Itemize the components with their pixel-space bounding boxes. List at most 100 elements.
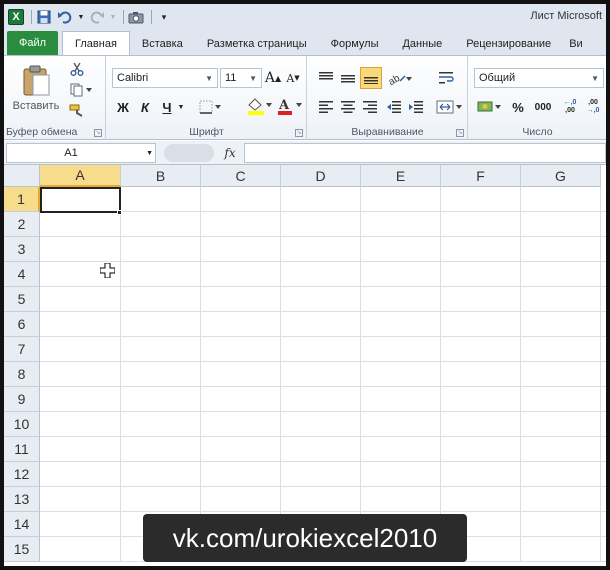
chevron-down-icon[interactable]: ▼ bbox=[146, 150, 153, 157]
tab-file[interactable]: Файл bbox=[7, 31, 59, 55]
clipboard-group: Вставить Буфер обмена ↘ bbox=[4, 56, 106, 140]
gridline-horizontal bbox=[40, 436, 606, 437]
tab-review[interactable]: Рецензирование bbox=[454, 33, 563, 55]
quick-access-toolbar: X ▼ ▼ ▾ bbox=[4, 4, 176, 30]
camera-icon[interactable] bbox=[127, 8, 145, 26]
select-all-button[interactable] bbox=[4, 165, 40, 187]
row-header-5[interactable]: 5 bbox=[4, 287, 40, 312]
wrap-text-icon[interactable] bbox=[436, 68, 458, 88]
row-header-11[interactable]: 11 bbox=[4, 437, 40, 462]
currency-format-icon[interactable] bbox=[475, 97, 503, 117]
alignment-dialog-launcher[interactable]: ↘ bbox=[456, 129, 464, 137]
font-name-combo[interactable]: Calibri ▼ bbox=[112, 68, 218, 88]
merge-center-icon[interactable] bbox=[434, 97, 464, 117]
redo-icon[interactable] bbox=[88, 8, 106, 26]
font-size-combo[interactable]: 11 ▼ bbox=[220, 68, 262, 88]
title-bar: X ▼ ▼ ▾ Лист Microsoft bbox=[4, 4, 606, 30]
paste-button[interactable]: Вставить bbox=[12, 60, 60, 116]
align-left-icon[interactable] bbox=[316, 97, 336, 117]
fill-color-icon[interactable] bbox=[245, 95, 273, 117]
row-header-9[interactable]: 9 bbox=[4, 387, 40, 412]
window-title: Лист Microsoft bbox=[530, 10, 602, 22]
gridline-horizontal bbox=[40, 386, 606, 387]
row-header-12[interactable]: 12 bbox=[4, 462, 40, 487]
shrink-font-icon[interactable]: A ▼ bbox=[284, 68, 302, 88]
underline-button[interactable]: Ч bbox=[157, 97, 177, 117]
excel-logo-icon[interactable]: X bbox=[7, 8, 25, 26]
row-header-15[interactable]: 15 bbox=[4, 537, 40, 562]
chevron-down-icon: ▼ bbox=[591, 73, 599, 83]
formula-bar-splitter[interactable] bbox=[164, 144, 214, 162]
chevron-down-icon: ▼ bbox=[249, 73, 257, 83]
column-header-b[interactable]: B bbox=[121, 165, 201, 187]
row-header-2[interactable]: 2 bbox=[4, 212, 40, 237]
align-top-icon[interactable] bbox=[316, 68, 336, 88]
undo-icon[interactable] bbox=[56, 8, 74, 26]
tab-home[interactable]: Главная bbox=[62, 31, 130, 55]
align-right-icon[interactable] bbox=[360, 97, 380, 117]
font-dialog-launcher[interactable]: ↘ bbox=[295, 129, 303, 137]
increase-decimal-button[interactable]: ←,0,00 bbox=[559, 97, 581, 117]
row-header-7[interactable]: 7 bbox=[4, 337, 40, 362]
tab-insert[interactable]: Вставка bbox=[130, 33, 195, 55]
column-header-e[interactable]: E bbox=[361, 165, 441, 187]
row-header-8[interactable]: 8 bbox=[4, 362, 40, 387]
redo-dropdown-icon[interactable]: ▼ bbox=[109, 8, 117, 26]
tab-view[interactable]: Ви bbox=[563, 33, 582, 55]
font-color-icon[interactable]: A bbox=[275, 95, 303, 117]
clipboard-dialog-launcher[interactable]: ↘ bbox=[94, 129, 102, 137]
decrease-indent-icon[interactable] bbox=[384, 97, 404, 117]
column-header-f[interactable]: F bbox=[441, 165, 521, 187]
column-header-a[interactable]: A bbox=[40, 165, 121, 187]
paste-label: Вставить bbox=[12, 99, 60, 112]
save-icon[interactable] bbox=[35, 8, 53, 26]
row-header-13[interactable]: 13 bbox=[4, 487, 40, 512]
column-header-c[interactable]: C bbox=[201, 165, 281, 187]
svg-text:A: A bbox=[278, 98, 290, 113]
tab-data[interactable]: Данные bbox=[390, 33, 454, 55]
row-header-4[interactable]: 4 bbox=[4, 262, 40, 287]
borders-icon[interactable] bbox=[197, 97, 223, 117]
name-box[interactable]: A1 ▼ bbox=[6, 143, 156, 163]
svg-text:ab: ab bbox=[388, 73, 402, 85]
underline-dropdown-icon[interactable]: ▼ bbox=[177, 97, 185, 117]
fill-handle[interactable] bbox=[117, 210, 122, 215]
row-header-3[interactable]: 3 bbox=[4, 237, 40, 262]
worksheet-grid[interactable]: ABCDEFG 1 2 3 4 5 6 7 8 9 10 11 12 13 14 15 vk.com/uro… bbox=[4, 165, 606, 566]
row-header-10[interactable]: 10 bbox=[4, 412, 40, 437]
undo-dropdown-icon[interactable]: ▼ bbox=[77, 8, 85, 26]
gridline-horizontal bbox=[40, 211, 606, 212]
tab-page-layout[interactable]: Разметка страницы bbox=[195, 33, 319, 55]
row-header-1[interactable]: 1 bbox=[4, 187, 40, 212]
align-bottom-icon[interactable] bbox=[360, 67, 382, 89]
align-center-icon[interactable] bbox=[338, 97, 358, 117]
formula-input[interactable] bbox=[244, 143, 606, 163]
insert-function-button[interactable]: fx bbox=[220, 144, 240, 162]
number-format-combo[interactable]: Общий ▼ bbox=[474, 68, 604, 88]
row-header-14[interactable]: 14 bbox=[4, 512, 40, 537]
copy-icon[interactable] bbox=[66, 81, 96, 99]
gridline-horizontal bbox=[40, 361, 606, 362]
grow-font-icon[interactable]: A ▲ bbox=[264, 68, 282, 88]
cut-icon[interactable] bbox=[66, 60, 88, 78]
customize-qat-icon[interactable]: ▾ bbox=[155, 8, 173, 26]
thousands-separator-button[interactable]: 000 bbox=[531, 97, 555, 117]
orientation-icon[interactable]: ab bbox=[386, 68, 414, 88]
gridline-vertical bbox=[360, 187, 361, 562]
active-cell[interactable] bbox=[40, 187, 121, 213]
gridline-horizontal bbox=[40, 461, 606, 462]
format-painter-icon[interactable] bbox=[66, 102, 88, 120]
alignment-group: ab Выравнивание ↘ bbox=[308, 56, 468, 140]
column-header-d[interactable]: D bbox=[281, 165, 361, 187]
align-middle-icon[interactable] bbox=[338, 68, 358, 88]
row-header-6[interactable]: 6 bbox=[4, 312, 40, 337]
tab-formulas[interactable]: Формулы bbox=[319, 33, 391, 55]
italic-button[interactable]: К bbox=[135, 97, 155, 117]
excel-window: X ▼ ▼ ▾ Лист Microsoft Файл Главная Вста… bbox=[4, 4, 606, 566]
decrease-decimal-button[interactable]: ,00 →,0 bbox=[582, 97, 604, 117]
column-header-g[interactable]: G bbox=[521, 165, 601, 187]
increase-indent-icon[interactable] bbox=[406, 97, 426, 117]
bold-button[interactable]: Ж bbox=[113, 97, 133, 117]
percent-button[interactable]: % bbox=[507, 97, 529, 117]
gridline-horizontal bbox=[40, 336, 606, 337]
